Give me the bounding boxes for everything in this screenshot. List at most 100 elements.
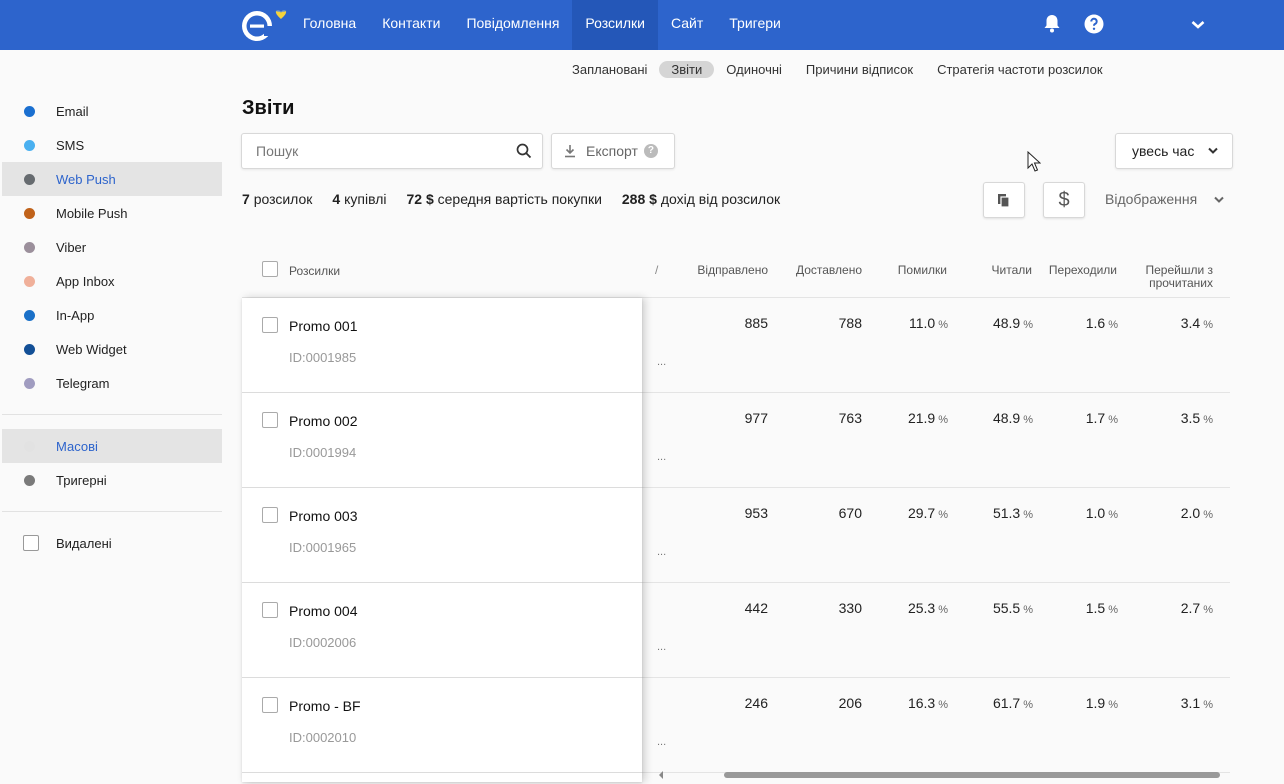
subnav-tab-0[interactable]: Заплановані [560, 61, 659, 78]
mailing-name[interactable]: Promo 001 [289, 318, 357, 334]
cell-errors: 16.3% [908, 695, 948, 711]
bell-icon[interactable] [1040, 12, 1064, 36]
nav-item-5[interactable]: Тригери [716, 0, 794, 50]
period-value: увесь час [1132, 143, 1195, 159]
cell-delivered: 670 [839, 505, 862, 521]
sidebar-item-channels-6[interactable]: In-App [2, 298, 222, 332]
export-label: Експорт [586, 143, 638, 159]
sidebar-item-label: Web Push [56, 171, 116, 187]
percent-sign: % [1203, 604, 1213, 616]
table-row[interactable]: ... 442 330 25.3% 55.5% 1.5% 2.7% [642, 583, 1230, 678]
percent-sign: % [938, 604, 948, 616]
sidebar-item-types-1[interactable]: Тригерні [2, 463, 222, 497]
column-header-clicked-from-read[interactable]: Перейшли з прочитаних [1122, 264, 1213, 290]
stat-value: 4 [332, 191, 341, 207]
scrollbar-thumb[interactable] [724, 772, 1220, 778]
sidebar-item-deleted[interactable]: Видалені [2, 526, 222, 560]
column-header-sent[interactable]: Відправлено [672, 264, 768, 277]
sidebar-item-types-0[interactable]: Масові [2, 429, 222, 463]
subnav-tab-2[interactable]: Одиночні [714, 61, 794, 78]
channel-dot-icon [24, 242, 35, 253]
cell-value: 670 [838, 505, 862, 521]
cell-value: 330 [838, 600, 862, 616]
search-icon[interactable] [516, 143, 532, 159]
table-row-name[interactable]: Promo 003 ID:0001965 [242, 488, 642, 583]
percent-sign: % [1108, 509, 1118, 521]
page-title: Звіти [242, 97, 295, 119]
cell-sent: 977 [745, 410, 768, 426]
nav-item-1[interactable]: Контакти [369, 0, 453, 50]
mailing-name[interactable]: Promo 002 [289, 413, 357, 429]
percent-sign: % [1108, 604, 1118, 616]
column-header-delivered[interactable]: Доставлено [772, 264, 862, 277]
period-select[interactable]: увесь час [1115, 133, 1233, 169]
cell-value: 11.0 [909, 315, 936, 331]
search-input[interactable] [242, 134, 492, 168]
channel-dot-icon [24, 174, 35, 185]
sidebar-item-channels-3[interactable]: Mobile Push [2, 196, 222, 230]
select-all-checkbox[interactable] [262, 261, 278, 277]
horizontal-scrollbar[interactable] [658, 771, 1228, 779]
channel-dot-icon [24, 106, 35, 117]
cell-value: 1.5 [1085, 600, 1106, 616]
sidebar-item-channels-0[interactable]: Email [2, 94, 222, 128]
sidebar-item-channels-8[interactable]: Telegram [2, 366, 222, 400]
help-icon[interactable] [1082, 12, 1106, 36]
subnav-tab-4[interactable]: Стратегія частоти розсилок [925, 61, 1114, 78]
logo-icon[interactable] [240, 6, 288, 44]
table-row-name[interactable]: Promo 004 ID:0002006 [242, 583, 642, 678]
sidebar-item-label: Web Widget [56, 341, 127, 357]
export-help-icon[interactable]: ? [643, 144, 658, 158]
cell-clicked: 1.5% [1086, 600, 1118, 616]
stat-label: розсилок [253, 191, 313, 207]
cell-ctr_read: 3.4% [1181, 315, 1213, 331]
stat-item: 72 $ середня вартість покупки [406, 191, 601, 207]
chevron-down-icon[interactable] [1186, 12, 1210, 36]
table-row-name[interactable]: Promo - BF ID:0002010 [242, 678, 642, 773]
cell-value: 1.7 [1085, 410, 1106, 426]
table-row-name[interactable]: Promo 001 ID:0001985 [242, 298, 642, 393]
row-checkbox[interactable] [262, 507, 278, 523]
chevron-down-icon[interactable] [1214, 196, 1224, 204]
table-row[interactable]: ... 977 763 21.9% 48.9% 1.7% 3.5% [642, 393, 1230, 488]
mailing-name[interactable]: Promo 003 [289, 508, 357, 524]
mailing-name[interactable]: Promo 004 [289, 603, 357, 619]
column-header-read[interactable]: Читали [947, 264, 1032, 277]
sidebar-item-channels-7[interactable]: Web Widget [2, 332, 222, 366]
column-header-clicked[interactable]: Переходили [1032, 264, 1117, 277]
table-header: Розсилки / Відправлено Доставлено Помилк… [242, 250, 1230, 298]
scroll-left-arrow-icon[interactable] [658, 771, 664, 779]
nav-item-4[interactable]: Сайт [658, 0, 716, 50]
row-checkbox[interactable] [262, 317, 278, 333]
export-button[interactable]: Експорт ? [551, 133, 675, 169]
row-checkbox[interactable] [262, 602, 278, 618]
row-checkbox[interactable] [262, 412, 278, 428]
copy-columns-button[interactable] [983, 182, 1025, 218]
stat-label: купівлі [344, 191, 387, 207]
cell-delivered: 788 [839, 315, 862, 331]
nav-item-0[interactable]: Головна [290, 0, 369, 50]
cell-value: 21.9 [907, 410, 936, 426]
nav-item-2[interactable]: Повідомлення [453, 0, 572, 50]
sidebar-item-channels-1[interactable]: SMS [2, 128, 222, 162]
cell-value: 1.0 [1085, 505, 1106, 521]
stat-value: 288 $ [621, 191, 657, 207]
table-row[interactable]: ... 885 788 11.0% 48.9% 1.6% 3.4% [642, 298, 1230, 393]
table-row[interactable]: ... 246 206 16.3% 61.7% 1.9% 3.1% [642, 678, 1230, 773]
row-checkbox[interactable] [262, 697, 278, 713]
sidebar-item-channels-2[interactable]: Web Push [2, 162, 222, 196]
table-row[interactable]: ... 953 670 29.7% 51.3% 1.0% 2.0% [642, 488, 1230, 583]
table-row-name[interactable]: Promo 002 ID:0001994 [242, 393, 642, 488]
deleted-checkbox[interactable] [23, 535, 39, 551]
sidebar-item-channels-5[interactable]: App Inbox [2, 264, 222, 298]
display-dropdown[interactable]: Відображення [1105, 191, 1197, 207]
sidebar-item-label: Telegram [56, 375, 110, 391]
currency-button[interactable]: $ [1043, 182, 1085, 218]
cell-errors: 29.7% [908, 505, 948, 521]
column-header-errors[interactable]: Помилки [862, 264, 947, 277]
sidebar-item-channels-4[interactable]: Viber [2, 230, 222, 264]
nav-item-3[interactable]: Розсилки [572, 0, 658, 50]
subnav-tab-3[interactable]: Причини відписок [794, 61, 925, 78]
mailing-name[interactable]: Promo - BF [289, 698, 361, 714]
subnav-tab-1[interactable]: Звіти [659, 60, 715, 78]
